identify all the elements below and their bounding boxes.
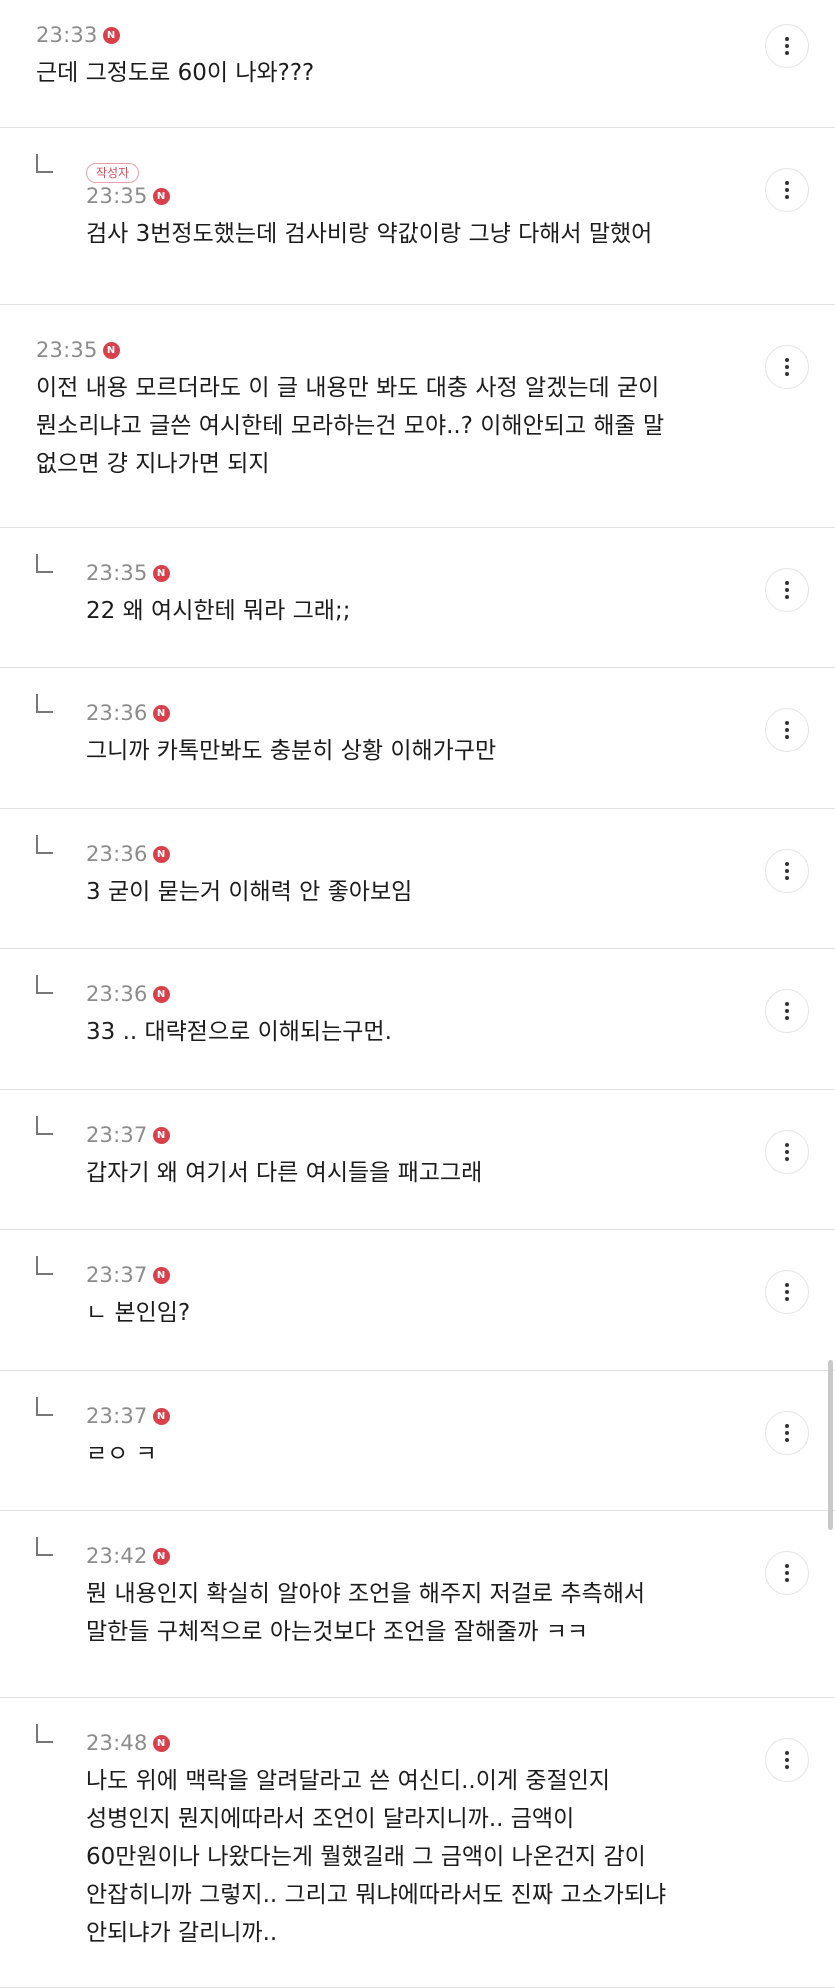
reply-corner-icon <box>36 1397 53 1416</box>
comment-list: 23:33 N 근데 그정도로 60이 나와??? 작성자 23:35 N 검사 3번정도했… <box>0 0 835 1988</box>
comment-meta: 23:33 N <box>36 23 835 47</box>
more-options-button[interactable] <box>765 708 809 752</box>
comment-time: 23:37 <box>86 1404 148 1428</box>
reply-corner-icon <box>36 1116 53 1135</box>
comment-text: 이전 내용 모르더라도 이 글 내용만 봐도 대충 사정 알겠는데 굳이 뭔소리… <box>36 375 665 477</box>
more-vertical-icon <box>785 1143 789 1161</box>
more-options-button[interactable] <box>765 345 809 389</box>
comment-time: 23:36 <box>86 842 148 866</box>
comment: 23:33 N 근데 그정도로 60이 나와??? <box>0 0 835 128</box>
comment-time: 23:36 <box>86 982 148 1006</box>
more-vertical-icon <box>785 181 789 199</box>
reply-comment: 23:36 N 33 .. 대략젇으로 이해되는구먼. <box>0 949 835 1090</box>
comment-text: 22 왜 여시한테 뭐라 그래;; <box>86 598 351 624</box>
reply-comment: 23:42 N 뭔 내용인지 확실히 알아야 조언을 해주지 저걸로 추측해서 말한… <box>0 1511 835 1698</box>
comment-text: 3 굳이 묻는거 이해력 안 좋아보임 <box>86 879 413 905</box>
comment-text: 33 .. 대략젇으로 이해되는구먼. <box>86 1019 392 1045</box>
comment-time: 23:48 <box>86 1731 148 1755</box>
reply-comment: 23:37 N ㄴ 본인임? <box>0 1230 835 1371</box>
more-vertical-icon <box>785 1002 789 1020</box>
comment-time: 23:36 <box>86 701 148 725</box>
reply-corner-icon <box>36 1724 53 1743</box>
reply-corner-icon <box>36 835 53 854</box>
comment-meta: 23:37 N <box>86 1263 835 1287</box>
comment-meta: 23:35 N <box>36 338 835 362</box>
reply-comment: 23:36 N 3 굳이 묻는거 이해력 안 좋아보임 <box>0 809 835 949</box>
comment-time: 23:35 <box>86 184 148 208</box>
more-vertical-icon <box>785 581 789 599</box>
reply-corner-icon <box>36 554 53 573</box>
reply-comment: 23:48 N 나도 위에 맥락을 알려달라고 쓴 여신디..이게 중절인지 성병인… <box>0 1698 835 1988</box>
more-vertical-icon <box>785 1751 789 1769</box>
reply-corner-icon <box>36 1537 53 1556</box>
scrollbar[interactable] <box>828 1360 833 1530</box>
comment-meta: 23:36 N <box>86 982 835 1006</box>
comment-time: 23:35 <box>86 561 148 585</box>
more-vertical-icon <box>785 721 789 739</box>
more-vertical-icon <box>785 1283 789 1301</box>
comment-text: 검사 3번정도했는데 검사비랑 약값이랑 그냥 다해서 말했어 <box>86 221 653 247</box>
comment-text: 나도 위에 맥락을 알려달라고 쓴 여신디..이게 중절인지 성병인지 뭔지에따… <box>86 1768 667 1946</box>
comment-time: 23:33 <box>36 23 98 47</box>
reply-corner-icon <box>36 154 53 173</box>
new-badge-icon: N <box>152 187 170 205</box>
more-options-button[interactable] <box>765 1411 809 1455</box>
new-badge-icon: N <box>152 1407 170 1425</box>
reply-comment: 23:37 N 갑자기 왜 여기서 다른 여시들을 패고그래 <box>0 1090 835 1230</box>
comment-text: 그니까 카톡만봐도 충분히 상황 이해가구만 <box>86 738 497 764</box>
comment-meta: 23:48 N <box>86 1731 835 1755</box>
reply-comment: 23:36 N 그니까 카톡만봐도 충분히 상황 이해가구만 <box>0 668 835 809</box>
new-badge-icon: N <box>152 704 170 722</box>
new-badge-icon: N <box>152 1547 170 1565</box>
new-badge-icon: N <box>152 1266 170 1284</box>
reply-corner-icon <box>36 975 53 994</box>
comment-meta: 23:35 N <box>86 184 835 208</box>
comment-meta: 23:42 N <box>86 1544 835 1568</box>
comment-text: 근데 그정도로 60이 나와??? <box>36 60 315 86</box>
more-vertical-icon <box>785 1564 789 1582</box>
more-vertical-icon <box>785 37 789 55</box>
new-badge-icon: N <box>102 341 120 359</box>
more-options-button[interactable] <box>765 24 809 68</box>
comment-time: 23:37 <box>86 1263 148 1287</box>
new-badge-icon: N <box>102 26 120 44</box>
more-options-button[interactable] <box>765 989 809 1033</box>
reply-corner-icon <box>36 694 53 713</box>
new-badge-icon: N <box>152 1734 170 1752</box>
more-options-button[interactable] <box>765 1130 809 1174</box>
more-options-button[interactable] <box>765 168 809 212</box>
comment-text: 뭔 내용인지 확실히 알아야 조언을 해주지 저걸로 추측해서 말한들 구체적으… <box>86 1581 646 1645</box>
reply-comment: 작성자 23:35 N 검사 3번정도했는데 검사비랑 약값이랑 그냥 다해서 말했어 <box>0 128 835 305</box>
comment-text: ㄴ 본인임? <box>86 1300 191 1326</box>
comment-time: 23:35 <box>36 338 98 362</box>
new-badge-icon: N <box>152 564 170 582</box>
reply-corner-icon <box>36 1256 53 1275</box>
comment: 23:35 N 이전 내용 모르더라도 이 글 내용만 봐도 대충 사정 알겠는데 … <box>0 305 835 528</box>
comment-meta: 23:37 N <box>86 1123 835 1147</box>
reply-comment: 23:37 N ㄹㅇ ㅋ <box>0 1371 835 1511</box>
more-options-button[interactable] <box>765 1270 809 1314</box>
comment-time: 23:37 <box>86 1123 148 1147</box>
comment-meta: 23:36 N <box>86 842 835 866</box>
more-vertical-icon <box>785 862 789 880</box>
comment-meta: 23:36 N <box>86 701 835 725</box>
new-badge-icon: N <box>152 845 170 863</box>
comment-meta: 23:35 N <box>86 561 835 585</box>
more-options-button[interactable] <box>765 1551 809 1595</box>
reply-comment: 23:35 N 22 왜 여시한테 뭐라 그래;; <box>0 528 835 668</box>
author-badge: 작성자 <box>86 163 140 183</box>
more-options-button[interactable] <box>765 849 809 893</box>
new-badge-icon: N <box>152 1126 170 1144</box>
new-badge-icon: N <box>152 985 170 1003</box>
more-options-button[interactable] <box>765 568 809 612</box>
comment-time: 23:42 <box>86 1544 148 1568</box>
more-vertical-icon <box>785 358 789 376</box>
more-vertical-icon <box>785 1424 789 1442</box>
comment-text: 갑자기 왜 여기서 다른 여시들을 패고그래 <box>86 1160 483 1186</box>
comment-text: ㄹㅇ ㅋ <box>86 1441 157 1467</box>
comment-meta: 23:37 N <box>86 1404 835 1428</box>
more-options-button[interactable] <box>765 1738 809 1782</box>
